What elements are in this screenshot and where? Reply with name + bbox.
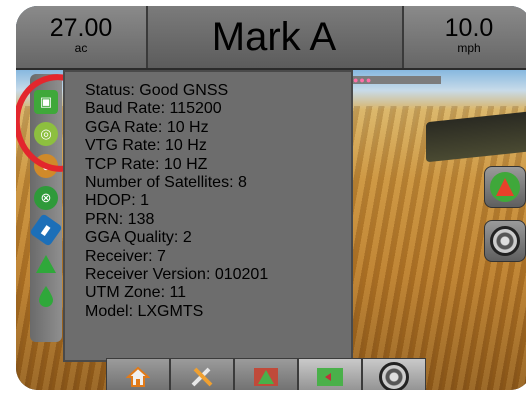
model-line: Model: LXGMTS [85,302,204,320]
gga-quality-line: GGA Quality: 2 [85,229,192,247]
hdop-line: HDOP: 1 [85,192,150,210]
vehicle-arrow-icon [490,172,520,202]
utm-zone-line: UTM Zone: 11 [85,284,187,302]
guidance-button[interactable] [234,358,298,390]
mark-icon[interactable] [34,252,58,276]
camera-icon [379,362,409,390]
baud-rate-line: Baud Rate: 115200 [85,100,222,118]
field-map-icon [317,368,343,386]
tcp-rate-line: TCP Rate: 10 HZ [85,155,208,173]
mark-title: Mark A [211,15,337,59]
lightbar-indicator: ●●● [349,76,441,85]
vtg-rate-line: VTG Rate: 10 Hz [85,137,207,155]
tilt-icon[interactable]: ▮ [29,213,63,247]
display-screen: 27.00 ac Mark A 10.0 mph ●●● ▣ ◎ ● ⊗ ▮ S… [16,6,526,390]
header-bar: 27.00 ac Mark A 10.0 mph [16,6,526,70]
home-button[interactable] [106,358,170,390]
mark-title-box: Mark A [148,6,400,68]
home-icon [126,366,150,387]
speed-unit: mph [457,41,481,55]
prn-line: PRN: 138 [85,210,155,228]
system-setup-button[interactable] [170,358,234,390]
area-applied-box[interactable]: 27.00 ac [16,6,148,68]
bottom-navigation [106,358,458,390]
area-unit: ac [74,41,88,55]
status-line: Status: Good GNSS [85,82,229,99]
camera-options-button[interactable] [484,220,526,262]
gnss-status-popup: Status: Good GNSS Baud Rate: 115200 GGA … [63,70,353,362]
receiver-line: Receiver: 7 [85,247,166,265]
steering-icon[interactable]: ⊗ [34,186,58,210]
guidance-icon [254,368,278,386]
speed-box[interactable]: 10.0 mph [402,6,526,68]
system-setup-icon [191,367,213,387]
satellites-line: Number of Satellites: 8 [85,174,247,192]
gga-rate-line: GGA Rate: 10 Hz [85,118,209,136]
speed-value: 10.0 [444,14,494,42]
area-value: 27.00 [49,14,113,42]
receiver-version-line: Receiver Version: 010201 [85,266,269,284]
camera-button[interactable] [362,358,426,390]
vehicle-view-button[interactable] [484,166,526,208]
field-map-button[interactable] [298,358,362,390]
camera-lens-icon [490,226,520,256]
application-rate-icon[interactable] [34,284,58,308]
